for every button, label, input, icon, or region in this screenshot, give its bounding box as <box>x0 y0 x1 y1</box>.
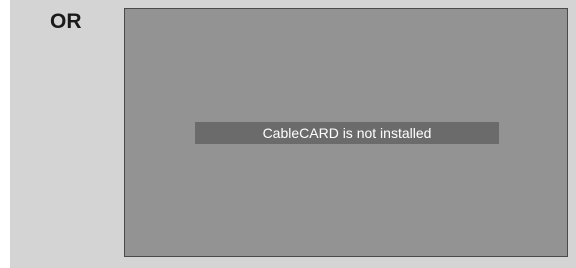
tv-screen: CableCARD is not installed <box>124 8 568 257</box>
cablecard-status-message: CableCARD is not installed <box>195 122 499 144</box>
or-label: OR <box>50 10 82 33</box>
figure-panel: OR CableCARD is not installed <box>10 0 576 268</box>
